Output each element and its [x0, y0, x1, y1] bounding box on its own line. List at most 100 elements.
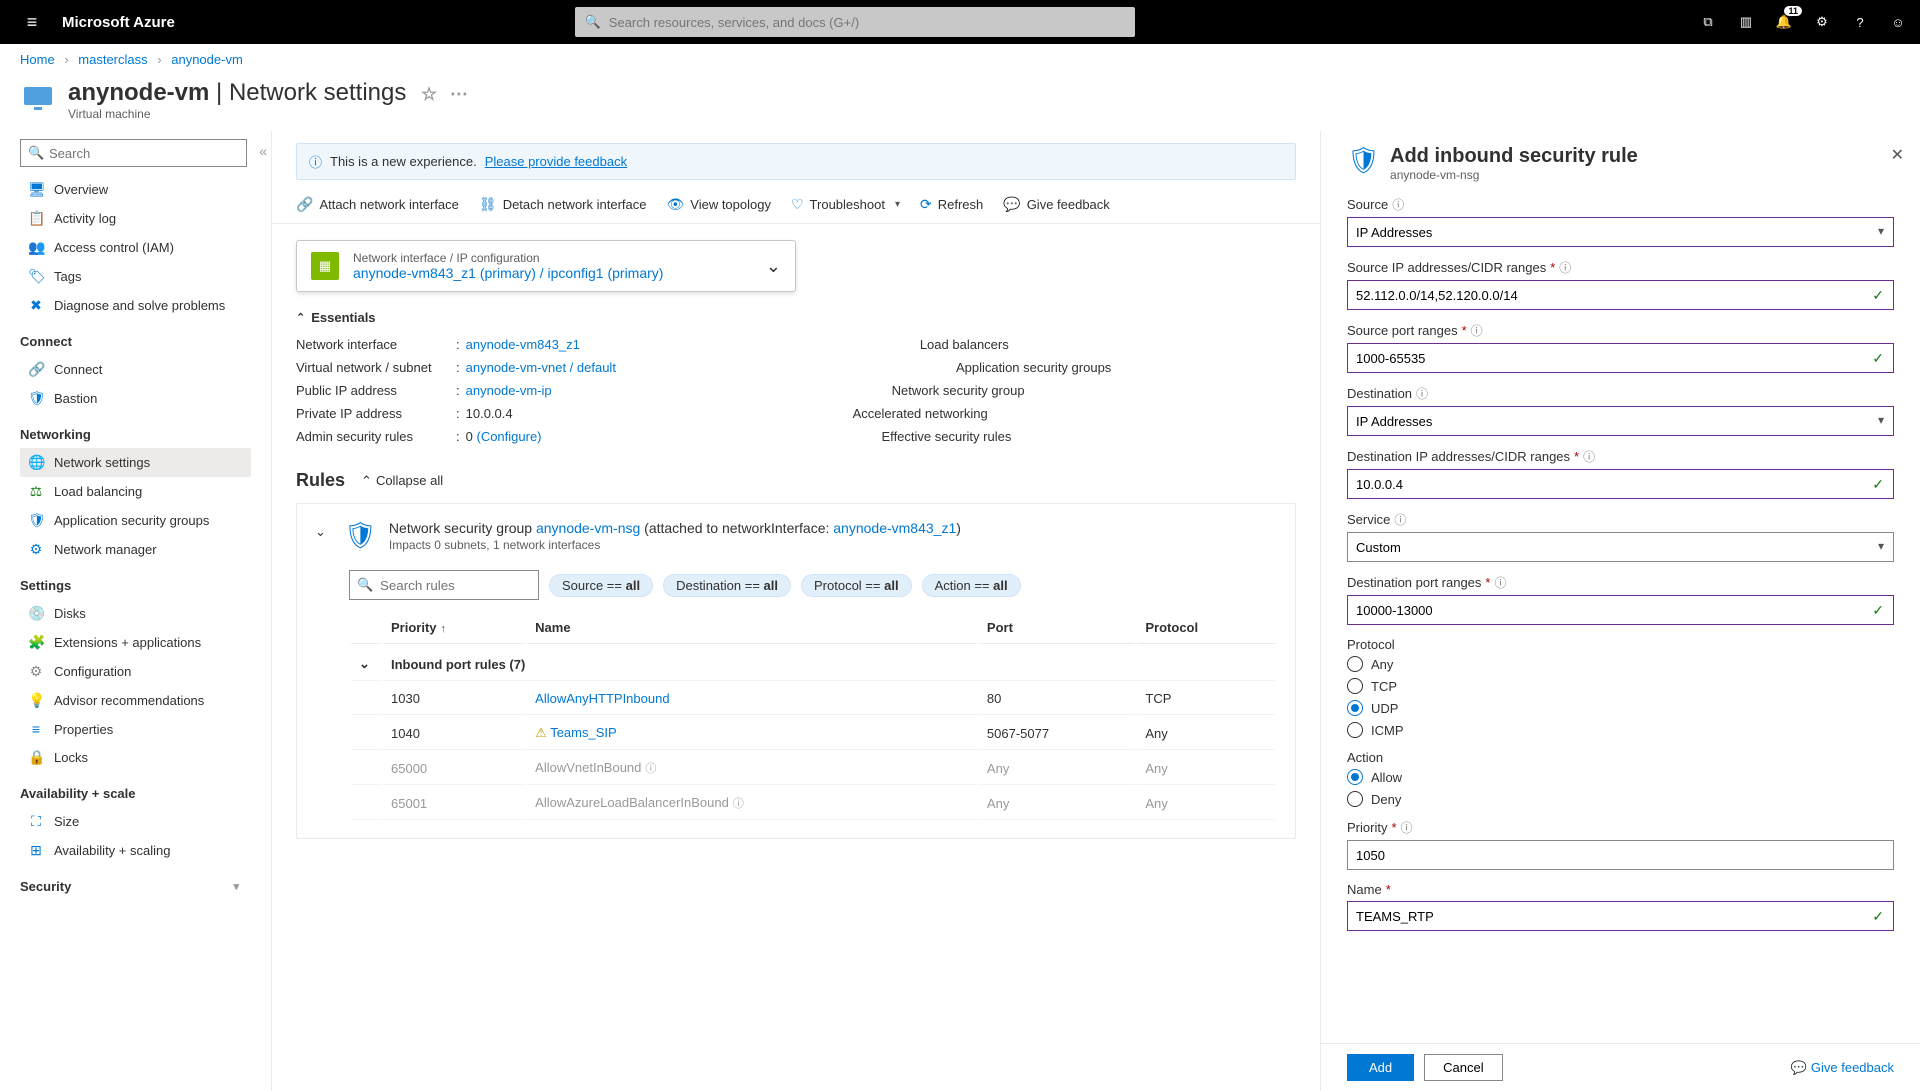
detach-nic-button[interactable]: ⛓Detach network interface	[479, 196, 647, 213]
action-deny[interactable]: Deny	[1347, 791, 1894, 807]
sidebar-item-connect[interactable]: 🔗Connect	[20, 355, 251, 384]
protocol-icmp[interactable]: ICMP	[1347, 722, 1894, 738]
favorite-star-icon[interactable]: ☆	[421, 84, 437, 104]
sidebar-search-input[interactable]	[20, 139, 247, 167]
dest-ip-input[interactable]	[1347, 469, 1894, 499]
ess-nic-link[interactable]: anynode-vm843_z1	[466, 337, 580, 352]
global-search-input[interactable]	[575, 7, 1135, 37]
info-icon[interactable]: ⓘ	[1559, 259, 1571, 276]
destination-select[interactable]	[1347, 406, 1894, 436]
info-icon[interactable]: ⓘ	[1392, 196, 1404, 213]
sidebar-item-asg[interactable]: 🛡Application security groups	[20, 506, 251, 535]
feedback-icon[interactable]: ☺	[1888, 12, 1908, 32]
view-topology-button[interactable]: 👁View topology	[666, 196, 771, 213]
refresh-button[interactable]: ⟳Refresh	[920, 196, 983, 213]
info-icon[interactable]: ⓘ	[1394, 511, 1406, 528]
sidebar-item-tags[interactable]: 🏷Tags	[20, 262, 251, 291]
collapse-sidebar-icon[interactable]: «	[259, 143, 267, 159]
protocol-any[interactable]: Any	[1347, 656, 1894, 672]
troubleshoot-button[interactable]: ♡Troubleshoot▾	[791, 196, 900, 213]
sidebar-item-network-settings[interactable]: 🌐Network settings	[20, 448, 251, 477]
table-row[interactable]: 65001AllowAzureLoadBalancerInBoundⓘAnyAn…	[351, 787, 1275, 820]
filter-protocol[interactable]: Protocol == all	[801, 574, 912, 597]
source-select[interactable]	[1347, 217, 1894, 247]
sidebar-group-networking[interactable]: Networking	[20, 413, 247, 448]
help-icon[interactable]: ?	[1850, 12, 1870, 32]
table-row[interactable]: 65000AllowVnetInBoundⓘAnyAny	[351, 752, 1275, 785]
settings-icon[interactable]: ⚙	[1812, 12, 1832, 32]
rules-group-row[interactable]: ⌄Inbound port rules (7)	[351, 646, 1275, 681]
sidebar-item-bastion[interactable]: 🛡Bastion	[20, 384, 251, 413]
nic-link[interactable]: anynode-vm843_z1 (primary) / ipconfig1 (…	[353, 265, 663, 281]
protocol-tcp[interactable]: TCP	[1347, 678, 1894, 694]
more-icon[interactable]: ⋯	[450, 84, 468, 104]
filter-destination[interactable]: Destination == all	[663, 574, 791, 597]
rule-name-link[interactable]: AllowAzureLoadBalancerInBound	[535, 795, 729, 810]
breadcrumb-vm[interactable]: anynode-vm	[171, 52, 243, 67]
ess-vnet-link[interactable]: anynode-vm-vnet / default	[466, 360, 616, 375]
directories-icon[interactable]: ▥	[1736, 12, 1756, 32]
sidebar-item-load-balancing[interactable]: ⚖Load balancing	[20, 477, 251, 506]
source-port-input[interactable]	[1347, 343, 1894, 373]
dest-port-input[interactable]	[1347, 595, 1894, 625]
nsg-nic-link[interactable]: anynode-vm843_z1	[833, 520, 956, 536]
info-icon[interactable]: ⓘ	[733, 798, 744, 810]
priority-input[interactable]	[1347, 840, 1894, 870]
th-priority[interactable]: Priority↑	[383, 612, 525, 644]
th-port[interactable]: Port	[979, 612, 1135, 644]
info-icon[interactable]: ⓘ	[1583, 448, 1595, 465]
give-feedback-button[interactable]: 💬Give feedback	[1003, 196, 1110, 213]
notifications-icon[interactable]: 🔔11	[1774, 12, 1794, 32]
action-allow[interactable]: Allow	[1347, 769, 1894, 785]
breadcrumb-home[interactable]: Home	[20, 52, 55, 67]
search-rules-input[interactable]	[349, 570, 539, 600]
ess-pip-link[interactable]: anynode-vm-ip	[466, 383, 552, 398]
chevron-down-icon[interactable]: ⌄	[766, 256, 781, 277]
nsg-link[interactable]: anynode-vm-nsg	[536, 520, 640, 536]
table-row[interactable]: 1040⚠ Teams_SIP5067-5077Any	[351, 717, 1275, 750]
sidebar-group-connect[interactable]: Connect	[20, 320, 247, 355]
sidebar-item-iam[interactable]: 👥Access control (IAM)	[20, 233, 251, 262]
rule-name-link[interactable]: AllowVnetInBound	[535, 760, 641, 775]
table-row[interactable]: 1030AllowAnyHTTPInbound80TCP	[351, 683, 1275, 715]
sidebar-group-security[interactable]: Security▾	[20, 865, 247, 900]
sidebar-item-overview[interactable]: 🖥Overview	[20, 175, 251, 204]
breadcrumb-group[interactable]: masterclass	[78, 52, 147, 67]
sidebar-group-availability[interactable]: Availability + scale	[20, 772, 247, 807]
th-name[interactable]: Name	[527, 612, 977, 644]
sidebar-item-activity[interactable]: 📋Activity log	[20, 204, 251, 233]
service-select[interactable]	[1347, 532, 1894, 562]
sidebar-item-locks[interactable]: 🔒Locks	[20, 743, 251, 772]
sidebar-item-diagnose[interactable]: ✖Diagnose and solve problems	[20, 291, 251, 320]
source-ip-input[interactable]	[1347, 280, 1894, 310]
sidebar-item-properties[interactable]: ≡Properties	[20, 715, 251, 743]
essentials-toggle[interactable]: ⌃ Essentials	[296, 310, 1296, 325]
sidebar-item-extensions[interactable]: 🧩Extensions + applications	[20, 628, 251, 657]
sidebar-group-settings[interactable]: Settings	[20, 564, 247, 599]
chevron-down-icon[interactable]: ⌄	[315, 524, 326, 540]
nic-card[interactable]: ▦ Network interface / IP configuration a…	[296, 240, 796, 292]
info-icon[interactable]: ⓘ	[1416, 385, 1428, 402]
rule-name-link[interactable]: Teams_SIP	[550, 725, 616, 740]
banner-feedback-link[interactable]: Please provide feedback	[485, 154, 627, 169]
cloud-shell-icon[interactable]: ⧉	[1698, 12, 1718, 32]
attach-nic-button[interactable]: 🔗Attach network interface	[296, 196, 459, 213]
add-button[interactable]: Add	[1347, 1054, 1414, 1081]
rule-name-link[interactable]: AllowAnyHTTPInbound	[535, 691, 669, 706]
sidebar-item-configuration[interactable]: ⚙Configuration	[20, 657, 251, 686]
give-feedback-link[interactable]: 💬Give feedback	[1791, 1060, 1894, 1076]
collapse-all-button[interactable]: ⌃Collapse all	[361, 473, 443, 489]
brand-label[interactable]: Microsoft Azure	[62, 14, 175, 31]
sidebar-item-network-manager[interactable]: ⚙Network manager	[20, 535, 251, 564]
cancel-button[interactable]: Cancel	[1424, 1054, 1502, 1081]
sidebar-item-availability-scaling[interactable]: ⊞Availability + scaling	[20, 836, 251, 865]
sidebar-item-disks[interactable]: 💿Disks	[20, 599, 251, 628]
th-protocol[interactable]: Protocol	[1137, 612, 1275, 644]
hamburger-icon[interactable]: ≡	[12, 12, 52, 33]
close-panel-button[interactable]: ✕	[1891, 145, 1904, 165]
info-icon[interactable]: ⓘ	[1471, 322, 1483, 339]
sidebar-item-advisor[interactable]: 💡Advisor recommendations	[20, 686, 251, 715]
ess-configure-link[interactable]: (Configure)	[476, 429, 541, 444]
filter-source[interactable]: Source == all	[549, 574, 653, 597]
sidebar-item-size[interactable]: ⛶Size	[20, 807, 251, 836]
